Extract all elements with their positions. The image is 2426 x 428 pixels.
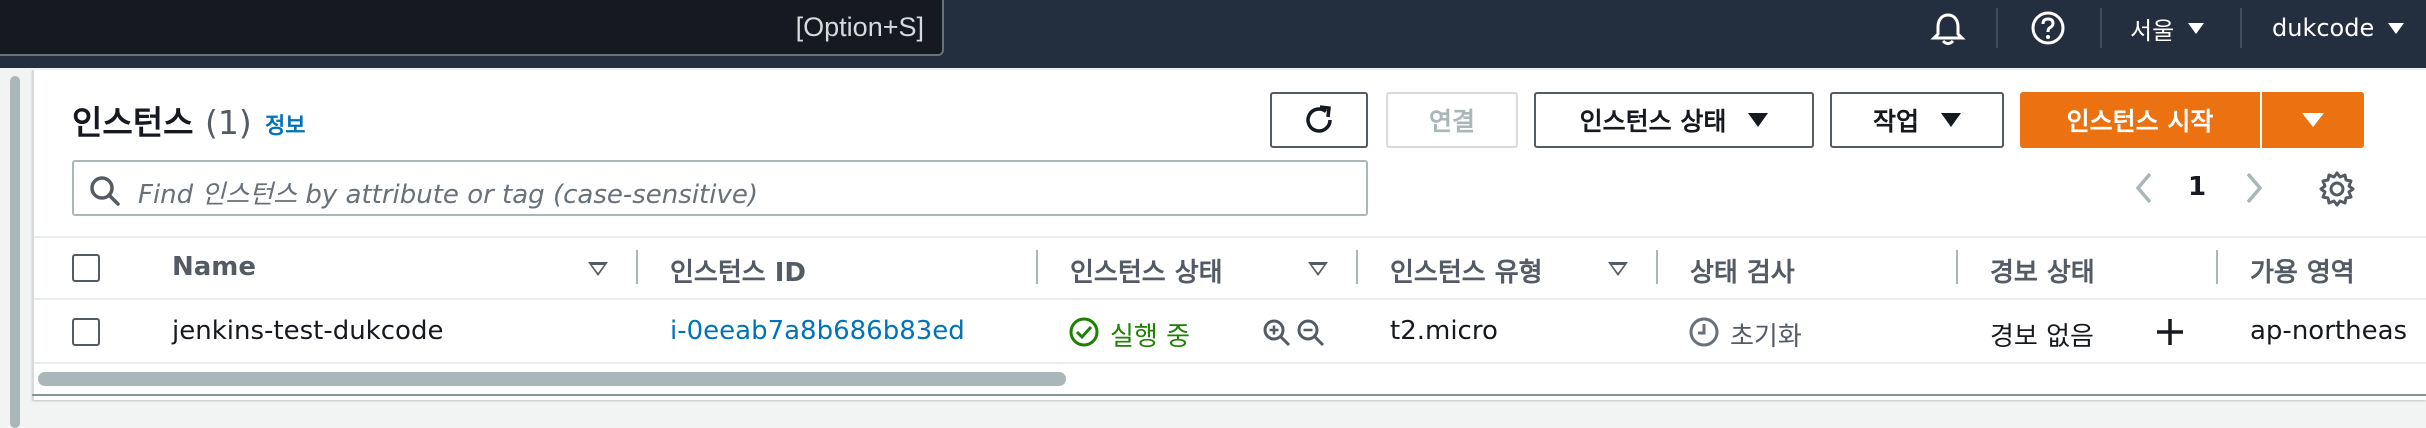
next-page-icon[interactable] [2240,170,2268,210]
page-title: 인스턴스 (1) [72,96,252,144]
row-select-checkbox[interactable] [72,318,100,346]
account-menu[interactable]: dukcode [2272,0,2405,56]
zoom-in-icon[interactable] [1262,318,1292,352]
column-header-alarm-status[interactable]: 경보 상태 [1990,252,2095,289]
add-alarm-plus-icon[interactable] [2154,316,2186,352]
refresh-icon [1306,105,1332,133]
search-icon [88,174,122,212]
top-navigation-bar: [Option+S] 서울 dukcode [0,0,2426,68]
column-resizer[interactable] [1356,250,1358,284]
launch-options-dropdown[interactable] [2262,92,2364,148]
instance-state-label: 인스턴스 상태 [1579,107,1727,136]
cell-instance-type: t2.micro [1390,316,1498,346]
sort-icon[interactable] [1608,262,1628,276]
nav-divider [1996,8,1998,48]
chevron-down-icon [2388,22,2405,34]
cell-instance-state: 실행 중 [1110,322,1191,352]
column-header-status-check[interactable]: 상태 검사 [1690,252,1795,289]
column-header-instance-type[interactable]: 인스턴스 유형 [1390,252,1543,289]
column-resizer[interactable] [1656,250,1658,284]
sort-icon[interactable] [1308,262,1328,276]
nav-divider [2240,8,2242,48]
table-top-border [34,236,2426,238]
actions-dropdown[interactable]: 작업 [1830,92,2004,148]
table-header-border [34,298,2426,300]
search-shortcut-hint: [Option+S] [795,12,924,42]
instance-count: (1) [204,103,252,142]
caret-down-icon [1941,113,1961,127]
cell-alarm-status: 경보 없음 [1990,322,2094,352]
nav-divider [2100,8,2102,48]
info-link[interactable]: 정보 [265,108,305,140]
panel-divider [32,394,2426,396]
cell-status-check: 초기화 [1730,322,1802,352]
column-header-instance-state[interactable]: 인스턴스 상태 [1070,252,1223,289]
refresh-button[interactable] [1270,92,1368,148]
current-page-number[interactable]: 1 [2188,172,2206,202]
zoom-out-icon[interactable] [1296,318,1326,352]
chevron-down-icon [2188,22,2205,34]
caret-down-icon [2302,113,2324,127]
vertical-scrollbar[interactable] [10,76,20,428]
bell-icon[interactable] [1930,12,1966,50]
clock-icon [1688,316,1720,352]
actions-label: 작업 [1872,107,1919,136]
horizontal-scrollbar[interactable] [38,372,1066,386]
account-label: dukcode [2272,14,2375,42]
column-header-availability-zone[interactable]: 가용 영역 [2250,252,2355,289]
column-resizer[interactable] [636,250,638,284]
column-resizer[interactable] [1956,250,1958,284]
filter-placeholder: Find 인스턴스 by attribute or tag (case-sens… [138,180,758,210]
launch-instances-button[interactable]: 인스턴스 시작 [2020,92,2260,148]
previous-page-icon[interactable] [2130,170,2158,210]
cell-availability-zone: ap-northeas [2250,316,2408,346]
table-row-border [34,362,2426,364]
column-resizer[interactable] [2216,250,2218,284]
title-text: 인스턴스 [72,103,194,142]
check-circle-icon [1068,316,1100,352]
settings-gear-icon[interactable] [2318,170,2356,212]
sort-icon[interactable] [588,262,608,276]
cell-instance-id-link[interactable]: i-0eeab7a8b686b83ed [670,316,965,346]
region-label: 서울 [2130,16,2175,45]
column-resizer[interactable] [1036,250,1038,284]
caret-down-icon [1748,113,1769,127]
column-header-instance-id[interactable]: 인스턴스 ID [670,252,806,289]
region-selector[interactable]: 서울 [2130,0,2205,56]
cell-name: jenkins-test-dukcode [172,316,444,346]
instance-state-dropdown[interactable]: 인스턴스 상태 [1534,92,1814,148]
help-icon[interactable] [2030,10,2066,50]
global-search-box[interactable]: [Option+S] [0,0,944,56]
column-header-name[interactable]: Name [172,252,256,282]
select-all-checkbox[interactable] [72,254,100,282]
connect-button[interactable]: 연결 [1386,92,1518,148]
instance-filter-input[interactable]: Find 인스턴스 by attribute or tag (case-sens… [72,160,1368,216]
